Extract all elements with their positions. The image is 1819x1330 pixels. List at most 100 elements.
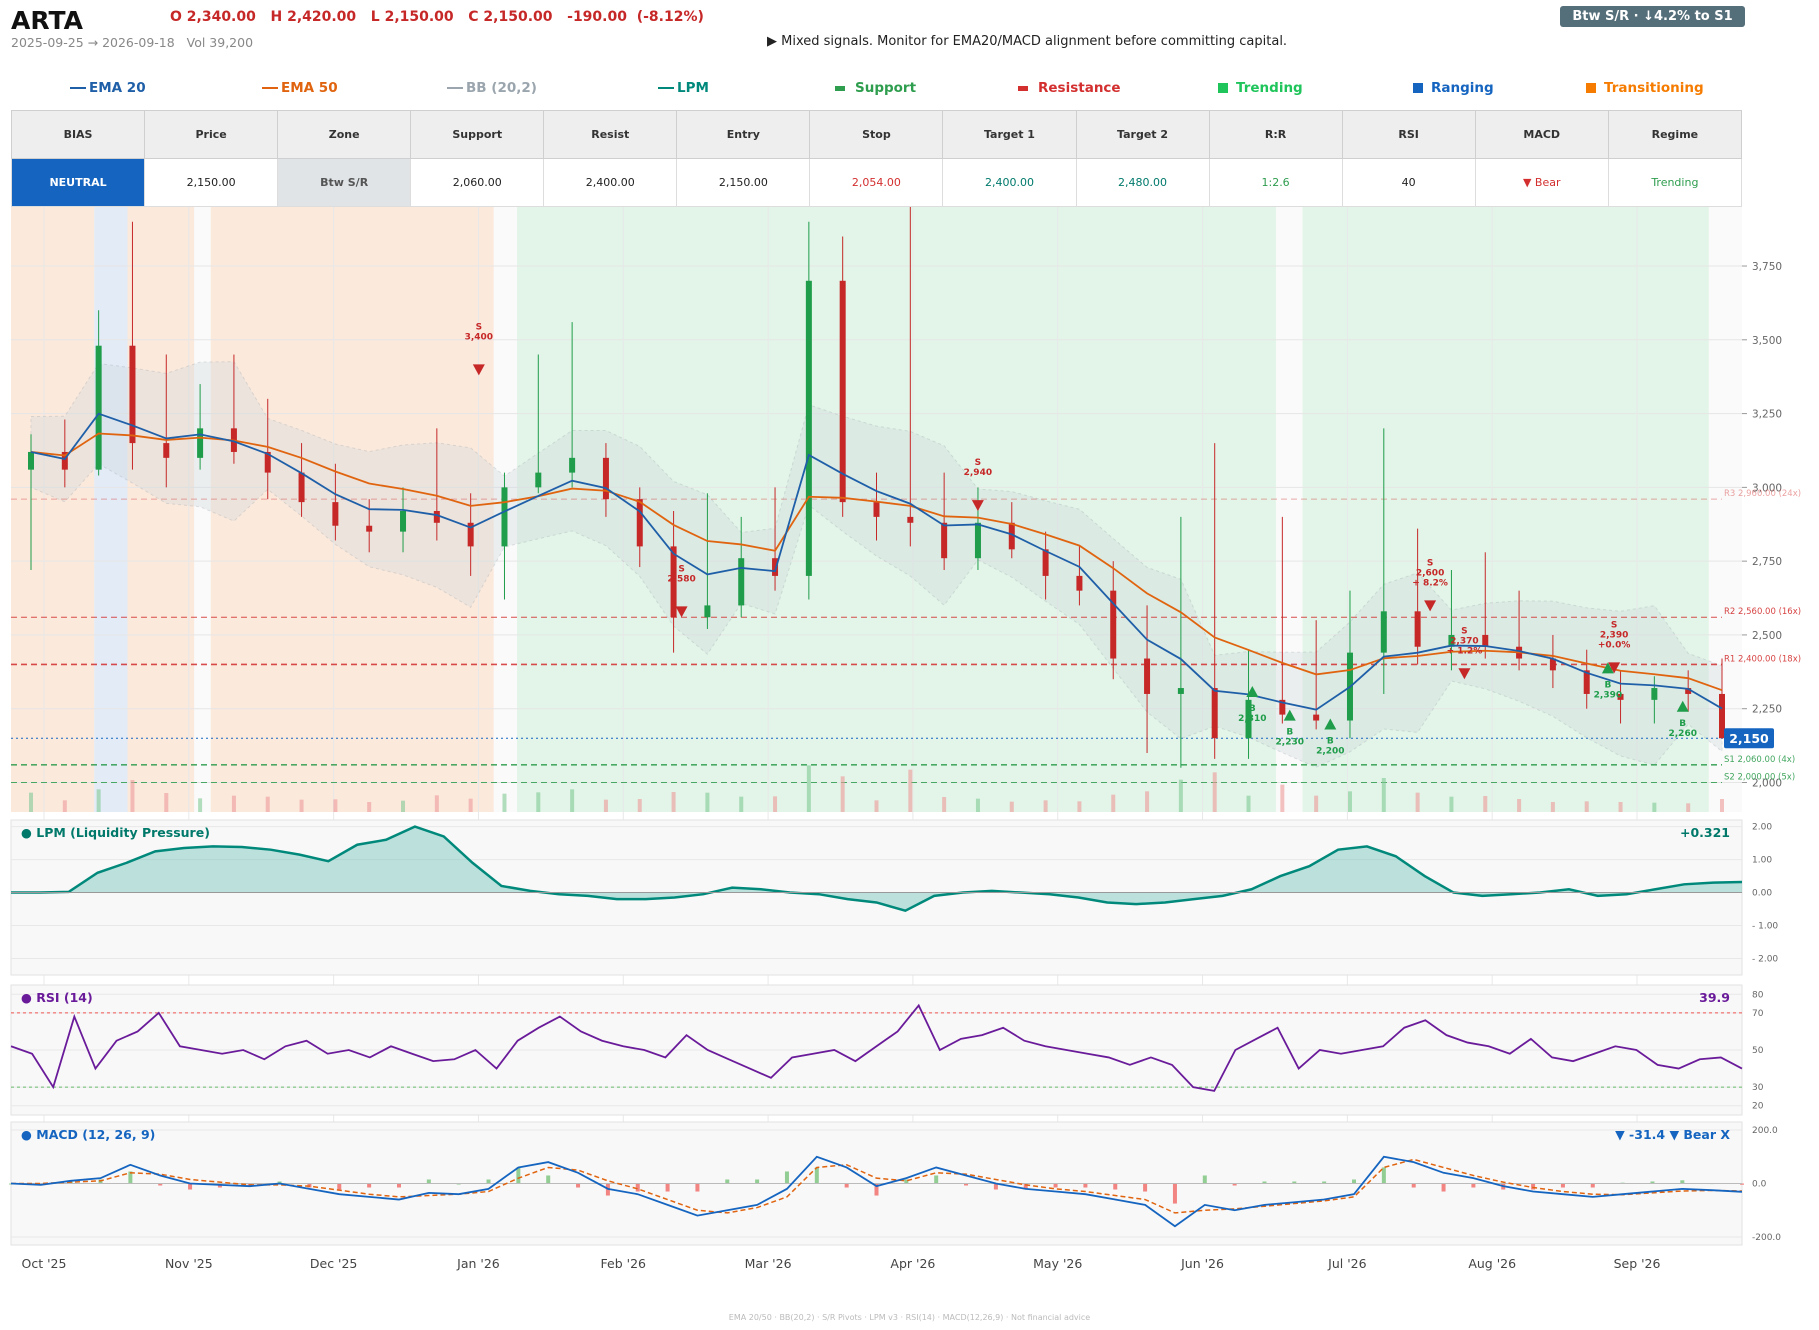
candle-body	[129, 345, 136, 444]
volume-bar	[1314, 795, 1319, 812]
macd-histogram-bar	[1143, 1183, 1148, 1192]
signal-label: S	[975, 458, 981, 468]
macd-tick-label: 200.0	[1752, 1126, 1778, 1136]
candle-body	[1211, 688, 1218, 739]
signal-label: + 1.2%	[1447, 646, 1483, 656]
volume-bar	[705, 792, 710, 812]
signal-label: S	[678, 564, 684, 574]
candle-body	[298, 472, 305, 503]
macd-tick-label: -200.0	[1752, 1233, 1781, 1243]
macd-histogram-bar	[1202, 1175, 1207, 1184]
signal-label: 2,940	[964, 468, 992, 478]
volume-bar	[1720, 799, 1724, 812]
macd-histogram-bar	[725, 1179, 730, 1184]
macd-histogram-bar	[516, 1167, 521, 1184]
last-price-label: 2,150	[1729, 731, 1769, 746]
macd-histogram-bar	[844, 1183, 849, 1188]
volume-bar	[1077, 801, 1082, 812]
volume-bar	[198, 798, 203, 812]
volume-bar	[401, 800, 406, 812]
candle-body	[839, 280, 846, 503]
volume-bar	[1145, 791, 1150, 812]
candle-body	[163, 443, 170, 458]
candle-body	[332, 502, 339, 526]
rsi-tick-label: 20	[1752, 1102, 1764, 1112]
volume-bar	[265, 796, 270, 812]
volume-bar	[840, 776, 845, 812]
level-label: S1 2,060.00 (4x)	[1724, 755, 1795, 765]
volume-bar	[739, 796, 744, 812]
macd-histogram-bar	[426, 1179, 431, 1184]
signal-label: S	[1611, 620, 1617, 630]
volume-bar	[1381, 778, 1386, 812]
candle-body	[1414, 611, 1421, 647]
signal-label: 2,310	[1238, 714, 1266, 724]
x-tick-label: Mar '26	[745, 1256, 792, 1271]
signal-label: S	[476, 322, 482, 332]
macd-title: ● MACD (12, 26, 9)	[21, 1127, 155, 1142]
x-tick-label: Aug '26	[1468, 1256, 1516, 1271]
signal-label: 2,200	[1316, 746, 1344, 756]
volume-bar	[603, 799, 608, 812]
candle-body	[1177, 688, 1184, 694]
level-label: R2 2,560.00 (16x)	[1724, 607, 1801, 617]
x-tick-label: Apr '26	[890, 1256, 935, 1271]
candle-body	[941, 522, 948, 559]
volume-bar	[1009, 801, 1014, 812]
signal-label: 2,370	[1450, 636, 1478, 646]
macd-histogram-bar	[695, 1183, 700, 1192]
price-tick-label: 2,500	[1752, 630, 1782, 642]
volume-bar	[1686, 803, 1691, 812]
volume-bar	[367, 802, 372, 812]
signal-label: B	[1286, 728, 1293, 738]
lpm-tick-label: 1.00	[1752, 856, 1772, 866]
rsi-tick-label: 80	[1752, 990, 1764, 1000]
macd-histogram-bar	[665, 1183, 670, 1192]
lpm-tick-label: - 1.00	[1752, 922, 1778, 932]
signal-label: + 8.2%	[1412, 578, 1448, 588]
macd-histogram-bar	[1083, 1183, 1088, 1188]
macd-histogram-bar	[396, 1183, 401, 1188]
volume-bar	[502, 793, 507, 812]
volume-bar	[637, 799, 642, 812]
macd-histogram-bar	[755, 1179, 760, 1184]
candle-body	[602, 457, 609, 500]
macd-histogram-bar	[1560, 1183, 1565, 1188]
macd-histogram-bar	[1531, 1183, 1536, 1190]
candle-body	[873, 502, 880, 517]
volume-bar	[29, 792, 33, 812]
signal-label: +0.0%	[1598, 640, 1631, 650]
volume-bar	[333, 799, 338, 812]
macd-tick-label: 0.0	[1752, 1180, 1767, 1190]
x-tick-label: Sep '26	[1614, 1256, 1661, 1271]
signal-label: S	[1461, 626, 1467, 636]
volume-bar	[874, 800, 879, 812]
volume-bar	[1280, 784, 1285, 812]
candle-body	[1144, 658, 1151, 694]
candle-body	[535, 472, 542, 488]
rsi-tick-label: 30	[1752, 1083, 1764, 1093]
candle-body	[974, 522, 981, 559]
signal-label: 2,390	[1600, 630, 1628, 640]
volume-bar	[1618, 802, 1623, 812]
volume-bar	[1483, 796, 1488, 812]
candle-body	[1076, 575, 1083, 591]
lpm-title: ● LPM (Liquidity Pressure)	[21, 825, 210, 840]
macd-histogram-bar	[1113, 1183, 1118, 1190]
signal-label: B	[1327, 736, 1334, 746]
candle-body	[1042, 549, 1049, 576]
signal-label: 2,390	[1594, 690, 1622, 700]
candle-body	[704, 605, 711, 618]
volume-bar	[1550, 802, 1555, 812]
candle-body	[400, 510, 407, 532]
level-label: S2 2,000.00 (5x)	[1724, 772, 1795, 782]
x-tick-label: May '26	[1033, 1256, 1082, 1271]
x-tick-label: Dec '25	[310, 1256, 358, 1271]
macd-histogram-bar	[784, 1171, 789, 1184]
candle-body	[366, 525, 373, 532]
macd-histogram-bar	[486, 1179, 491, 1184]
signal-label: 2,580	[667, 574, 695, 584]
macd-histogram-bar	[635, 1183, 640, 1192]
level-label: R1 2,400.00 (18x)	[1724, 654, 1801, 664]
volume-bar	[671, 792, 676, 812]
